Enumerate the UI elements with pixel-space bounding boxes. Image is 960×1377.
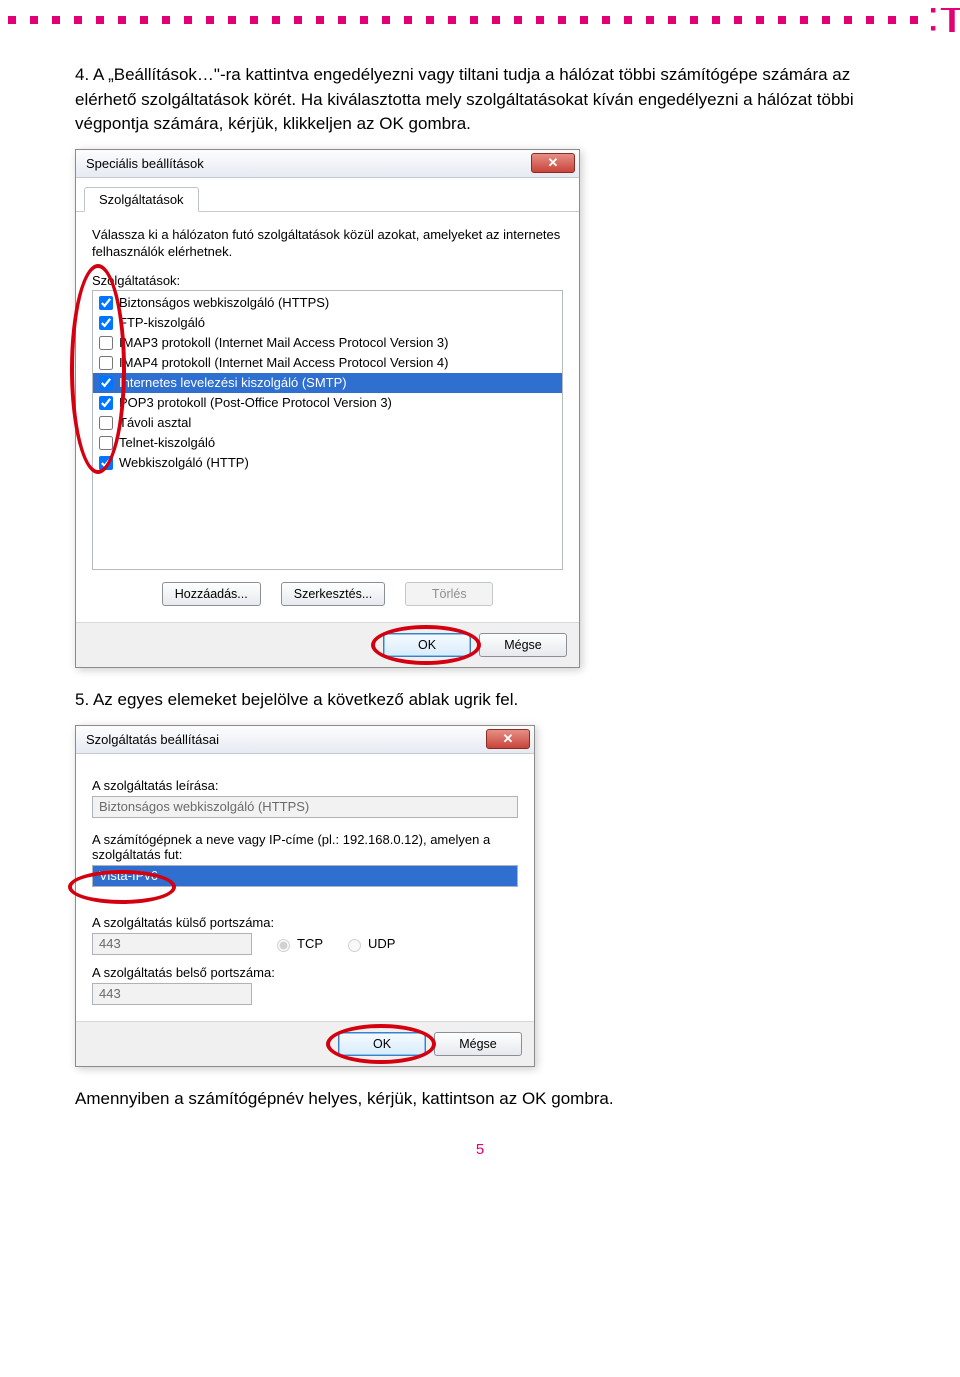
service-label: Internetes levelezési kiszolgáló (SMTP): [119, 374, 347, 392]
service-row[interactable]: Telnet-kiszolgáló: [93, 433, 562, 453]
service-checkbox[interactable]: [99, 396, 113, 410]
list-label: Szolgáltatások:: [92, 273, 563, 288]
ok-button[interactable]: OK: [383, 633, 471, 657]
close-button-2[interactable]: ✕: [486, 729, 530, 749]
titlebar-2: Szolgáltatás beállításai ✕: [76, 726, 534, 754]
delete-button: Törlés: [405, 582, 493, 606]
radio-tcp[interactable]: TCP: [272, 936, 323, 952]
service-checkbox[interactable]: [99, 336, 113, 350]
ok-button-2[interactable]: OK: [338, 1032, 426, 1056]
close-button[interactable]: ✕: [531, 153, 575, 173]
service-label: IMAP4 protokoll (Internet Mail Access Pr…: [119, 354, 448, 372]
service-row[interactable]: Távoli asztal: [93, 413, 562, 433]
service-row[interactable]: FTP-kiszolgáló: [93, 313, 562, 333]
add-button[interactable]: Hozzáadás...: [162, 582, 261, 606]
service-label: Webkiszolgáló (HTTP): [119, 454, 249, 472]
service-row[interactable]: POP3 protokoll (Post-Office Protocol Ver…: [93, 393, 562, 413]
service-checkbox[interactable]: [99, 436, 113, 450]
service-row[interactable]: IMAP4 protokoll (Internet Mail Access Pr…: [93, 353, 562, 373]
label-description: A szolgáltatás leírása:: [92, 778, 518, 793]
service-label: FTP-kiszolgáló: [119, 314, 205, 332]
dialog2-footer: OK Mégse: [76, 1021, 534, 1066]
page-number: 5: [75, 1141, 885, 1158]
dialog-special-settings: Speciális beállítások ✕ Szolgáltatások V…: [75, 149, 580, 668]
close-icon: ✕: [503, 731, 514, 747]
ext-port-row: TCP UDP: [92, 933, 518, 955]
service-checkbox[interactable]: [99, 296, 113, 310]
close-icon: ✕: [548, 155, 559, 171]
service-label: Biztonságos webkiszolgáló (HTTPS): [119, 294, 329, 312]
service-label: IMAP3 protokoll (Internet Mail Access Pr…: [119, 334, 448, 352]
service-row[interactable]: Biztonságos webkiszolgáló (HTTPS): [93, 293, 562, 313]
service-checkbox[interactable]: [99, 316, 113, 330]
service-label: POP3 protokoll (Post-Office Protocol Ver…: [119, 394, 392, 412]
titlebar: Speciális beállítások ✕: [76, 150, 579, 178]
input-int-port: [92, 983, 252, 1005]
dialog-service-settings: Szolgáltatás beállításai ✕ A szolgáltatá…: [75, 725, 535, 1067]
panel-services: Válassza ki a hálózaton futó szolgáltatá…: [76, 212, 579, 622]
service-label: Távoli asztal: [119, 414, 191, 432]
cancel-button-2[interactable]: Mégse: [434, 1032, 522, 1056]
panel-instruction: Válassza ki a hálózaton futó szolgáltatá…: [92, 226, 563, 261]
label-host: A számítógépnek a neve vagy IP-címe (pl.…: [92, 832, 518, 862]
label-ext-port: A szolgáltatás külső portszáma:: [92, 915, 518, 930]
brand-header: ▪ ▪T▪ ▪: [0, 8, 960, 32]
paragraph-5: 5. Az egyes elemeket bejelölve a követke…: [75, 688, 885, 713]
logo-letter: T: [940, 8, 960, 32]
service-checkbox[interactable]: [99, 356, 113, 370]
radio-udp[interactable]: UDP: [343, 936, 395, 952]
service-row[interactable]: IMAP3 protokoll (Internet Mail Access Pr…: [93, 333, 562, 353]
tab-strip: Szolgáltatások: [76, 178, 579, 212]
dotted-line: [0, 16, 918, 24]
dialog-title: Speciális beállítások: [86, 156, 204, 171]
t-logo: ▪ ▪T▪ ▪: [918, 8, 960, 32]
service-row[interactable]: Internetes levelezési kiszolgáló (SMTP): [93, 373, 562, 393]
label-int-port: A szolgáltatás belső portszáma:: [92, 965, 518, 980]
input-ext-port: [92, 933, 252, 955]
dialog2-title: Szolgáltatás beállításai: [86, 732, 219, 747]
cancel-button[interactable]: Mégse: [479, 633, 567, 657]
service-label: Telnet-kiszolgáló: [119, 434, 215, 452]
paragraph-after: Amennyiben a számítógépnév helyes, kérjü…: [75, 1087, 885, 1112]
tab-services[interactable]: Szolgáltatások: [84, 187, 199, 212]
service-checkbox[interactable]: [99, 456, 113, 470]
panel-service-settings: A szolgáltatás leírása: A számítógépnek …: [76, 754, 534, 1021]
service-checkbox[interactable]: [99, 416, 113, 430]
dialog-footer: OK Mégse: [76, 622, 579, 667]
service-row[interactable]: Webkiszolgáló (HTTP): [93, 453, 562, 473]
input-description: [92, 796, 518, 818]
edit-button[interactable]: Szerkesztés...: [281, 582, 386, 606]
list-button-row: Hozzáadás... Szerkesztés... Törlés: [92, 582, 563, 606]
input-host[interactable]: [92, 865, 518, 887]
service-checkbox[interactable]: [99, 376, 113, 390]
paragraph-4: 4. A „Beállítások…"-ra kattintva engedél…: [75, 63, 885, 137]
service-list[interactable]: Biztonságos webkiszolgáló (HTTPS) FTP-kis…: [92, 290, 563, 570]
